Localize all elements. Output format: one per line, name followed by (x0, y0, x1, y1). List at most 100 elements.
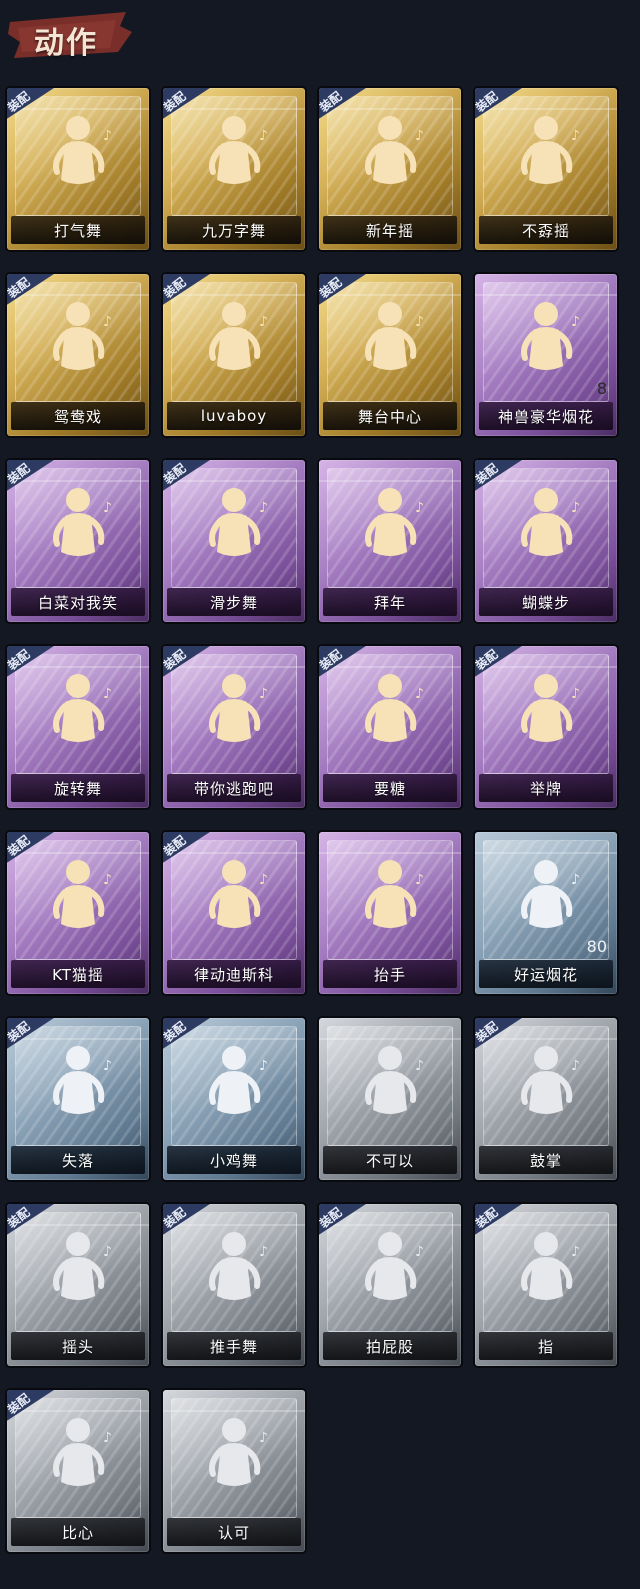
item-count: 8 (596, 379, 607, 398)
svg-text:♪: ♪ (415, 128, 424, 144)
card-label-bar: 摇头 (11, 1332, 145, 1360)
emote-card[interactable]: ♪ 抬手 (319, 832, 461, 994)
emote-name: 举牌 (529, 779, 562, 798)
emote-card[interactable]: ♪ 80 好运烟花 (475, 832, 617, 994)
emote-card[interactable]: ♪ 比心 装配 (7, 1390, 149, 1552)
item-count: 80 (586, 937, 607, 956)
emote-card[interactable]: ♪ 摇头 装配 (7, 1204, 149, 1366)
emote-name: 拍屁股 (365, 1337, 414, 1356)
finger-heart-icon: ♪ (43, 1412, 113, 1508)
emote-card[interactable]: ♪ 带你逃跑吧 装配 (163, 646, 305, 808)
emote-card[interactable]: ♪ 蝴蝶步 装配 (475, 460, 617, 622)
ask-candy-icon: ♪ (355, 668, 425, 764)
emote-card[interactable]: ♪ 律动迪斯科 装配 (163, 832, 305, 994)
emote-card[interactable]: ♪ 认可 (163, 1390, 305, 1552)
svg-text:♪: ♪ (259, 128, 268, 144)
card-label-bar: 比心 (11, 1518, 145, 1546)
emote-card[interactable]: ♪ 拜年 (319, 460, 461, 622)
emote-card[interactable]: ♪ 推手舞 装配 (163, 1204, 305, 1366)
card-label-bar: 蝴蝶步 (479, 588, 613, 616)
emote-name: 律动迪斯科 (193, 965, 274, 984)
emote-card[interactable]: ♪ 新年摇 装配 (319, 88, 461, 250)
emote-card[interactable]: ♪ 小鸡舞 装配 (163, 1018, 305, 1180)
card-label-bar: 舞台中心 (323, 402, 457, 430)
emote-card[interactable]: ♪ luvaboy 装配 (163, 274, 305, 436)
run-away-icon: ♪ (199, 668, 269, 764)
emote-name: 好运烟花 (513, 965, 578, 984)
emote-card[interactable]: ♪ 鸳鸯戏 装配 (7, 274, 149, 436)
stage-center-icon: ♪ (355, 296, 425, 392)
disco-icon: ♪ (199, 854, 269, 950)
emote-name: 抬手 (373, 965, 406, 984)
cheer-dance-icon: ♪ (43, 110, 113, 206)
svg-text:♪: ♪ (571, 1244, 580, 1260)
card-label-bar: 抬手 (323, 960, 457, 988)
emote-card[interactable]: ♪ KT猫摇 装配 (7, 832, 149, 994)
emote-card[interactable]: ♪ 8 神兽豪华烟花 (475, 274, 617, 436)
emote-card[interactable]: ♪ 不孬摇 装配 (475, 88, 617, 250)
emote-card[interactable]: ♪ 不可以 (319, 1018, 461, 1180)
emote-card[interactable]: ♪ 白菜对我笑 装配 (7, 460, 149, 622)
emote-name: 鸳鸯戏 (53, 407, 102, 426)
emote-card[interactable]: ♪ 举牌 装配 (475, 646, 617, 808)
mandarin-duck-icon: ♪ (43, 296, 113, 392)
emote-card[interactable]: ♪ 拍屁股 装配 (319, 1204, 461, 1366)
point-icon: ♪ (511, 1226, 581, 1322)
pat-butt-icon: ♪ (355, 1226, 425, 1322)
emote-name: 舞台中心 (357, 407, 422, 426)
emote-card[interactable]: ♪ 指装配 (475, 1204, 617, 1366)
card-label-bar: 鼓掌 (479, 1146, 613, 1174)
emote-card[interactable]: ♪ 失落 装配 (7, 1018, 149, 1180)
card-label-bar: 鸳鸯戏 (11, 402, 145, 430)
card-label-bar: 要糖 (323, 774, 457, 802)
push-hands-dance-icon: ♪ (199, 1226, 269, 1322)
svg-text:♪: ♪ (103, 1244, 112, 1260)
emote-card[interactable]: ♪ 旋转舞 装配 (7, 646, 149, 808)
svg-text:♪: ♪ (103, 872, 112, 888)
emote-name: 指 (537, 1337, 554, 1356)
raise-hand-icon: ♪ (355, 854, 425, 950)
card-label-bar: 好运烟花 (479, 960, 613, 988)
svg-text:♪: ♪ (571, 314, 580, 330)
emote-name: luvaboy (200, 407, 268, 425)
emote-name: 不孬摇 (521, 221, 570, 240)
card-label-bar: 旋转舞 (11, 774, 145, 802)
svg-text:♪: ♪ (571, 872, 580, 888)
card-label-bar: 滑步舞 (167, 588, 301, 616)
svg-text:♪: ♪ (259, 1244, 268, 1260)
svg-text:♪: ♪ (415, 686, 424, 702)
svg-text:♪: ♪ (415, 1244, 424, 1260)
emote-card[interactable]: ♪ 打气舞 装配 (7, 88, 149, 250)
emote-card[interactable]: ♪ 要糖 装配 (319, 646, 461, 808)
svg-text:♪: ♪ (103, 128, 112, 144)
card-label-bar: 带你逃跑吧 (167, 774, 301, 802)
card-label-bar: 拜年 (323, 588, 457, 616)
card-label-bar: 白菜对我笑 (11, 588, 145, 616)
card-label-bar: 举牌 (479, 774, 613, 802)
svg-text:♪: ♪ (415, 314, 424, 330)
emote-card[interactable]: ♪ 滑步舞 装配 (163, 460, 305, 622)
svg-text:♪: ♪ (103, 686, 112, 702)
lucky-fireworks-icon: ♪ (511, 854, 581, 950)
card-label-bar: 不可以 (323, 1146, 457, 1174)
new-year-shake-icon: ♪ (355, 110, 425, 206)
svg-text:♪: ♪ (103, 1058, 112, 1074)
svg-text:♪: ♪ (571, 128, 580, 144)
wag-finger-icon: ♪ (355, 1040, 425, 1136)
emote-card[interactable]: ♪ 舞台中心 装配 (319, 274, 461, 436)
card-label-bar: 指 (479, 1332, 613, 1360)
emote-card[interactable]: ♪ 九万字舞 装配 (163, 88, 305, 250)
clap-icon: ♪ (511, 1040, 581, 1136)
emote-name: 认可 (217, 1523, 250, 1542)
svg-text:♪: ♪ (571, 686, 580, 702)
emote-card[interactable]: ♪ 鼓掌 装配 (475, 1018, 617, 1180)
spin-dance-icon: ♪ (43, 668, 113, 764)
emote-name: 小鸡舞 (209, 1151, 258, 1170)
svg-text:♪: ♪ (259, 1430, 268, 1446)
emote-name: 不可以 (365, 1151, 414, 1170)
svg-text:♪: ♪ (259, 314, 268, 330)
emote-name: 蝴蝶步 (521, 593, 570, 612)
emote-name: 比心 (61, 1523, 94, 1542)
svg-text:♪: ♪ (103, 314, 112, 330)
kt-cat-shake-icon: ♪ (43, 854, 113, 950)
